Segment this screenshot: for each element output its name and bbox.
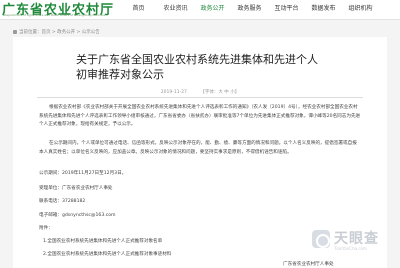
attachments-label: 附件： — [39, 226, 53, 231]
attachment-link-1[interactable]: 1.全国农业农村系统先进集体和先进个人正式推荐对象名单 — [43, 238, 162, 244]
nav-item-gov-affairs[interactable]: 政务公开 — [194, 0, 231, 20]
article-paragraph-1: 根据农业农村部《农业农村部关于开展全国农业农村系统先进集体和先进个人评选表彰工作… — [39, 105, 361, 128]
breadcrumb: 当前位置：首页 > 政务公开 > 公示公告 — [13, 29, 100, 35]
article-signoff: 广东省农业农村厅人事处 — [283, 262, 334, 267]
contact-email[interactable]: 电子邮箱：gdsnyncthsc@163.com — [39, 212, 116, 218]
main-nav: 首页 农业资讯 政务公开 政务服务 互动平台 数据发布 组织机构 — [120, 0, 379, 20]
accepting-unit: 受理单位：广东省农业农村厅人事处 — [39, 186, 113, 191]
article-date: 2019-11-27 — [160, 90, 187, 95]
publicity-period: 公示期间：2019年11月27日至12月3日。 — [39, 171, 127, 176]
watermark-url: TianYanCha.com — [334, 246, 367, 251]
watermark: 天眼查 TianYanCha.com — [312, 228, 394, 252]
contact-phone: 联系电话：37288182 — [39, 199, 86, 204]
nav-item-news[interactable]: 农业资讯 — [157, 0, 194, 20]
tianyancha-logo-icon — [312, 230, 330, 248]
watermark-text: 天眼查 — [334, 231, 379, 247]
nav-item-interaction[interactable]: 互动平台 — [268, 0, 305, 20]
article-title: 关于广东省全国农业农村系统先进集体和先进个人初审推荐对象公示 — [76, 53, 318, 81]
breadcrumb-text[interactable]: 当前位置：首页 > 政务公开 > 公示公告 — [19, 30, 100, 35]
site-header: 广东省农业农村厅 Department of Agriculture and R… — [0, 0, 400, 20]
title-divider — [37, 97, 363, 98]
site-logo-subtitle: Department of Agriculture and Rural Affa… — [4, 13, 106, 17]
nav-item-organization[interactable]: 组织机构 — [342, 0, 379, 20]
article-paragraph-2: 在公示期间内，个人或单位可通过电话、信函等形式，反映公示对象存在的，能、勤、绩、… — [39, 141, 357, 155]
home-icon — [13, 29, 17, 34]
attachment-link-2[interactable]: 2.全国农业农村系统先进集体和先进个人正式推荐对象事迹材料 — [43, 251, 171, 257]
nav-item-home[interactable]: 首页 — [120, 0, 157, 20]
nav-item-gov-services[interactable]: 政务服务 — [231, 0, 268, 20]
article-meta: 2019-11-27 【字体：大 中 小】 — [13, 89, 387, 95]
nav-item-data[interactable]: 数据发布 — [305, 0, 342, 20]
font-size-switch[interactable]: 【字体：大 中 小】 — [200, 90, 239, 95]
